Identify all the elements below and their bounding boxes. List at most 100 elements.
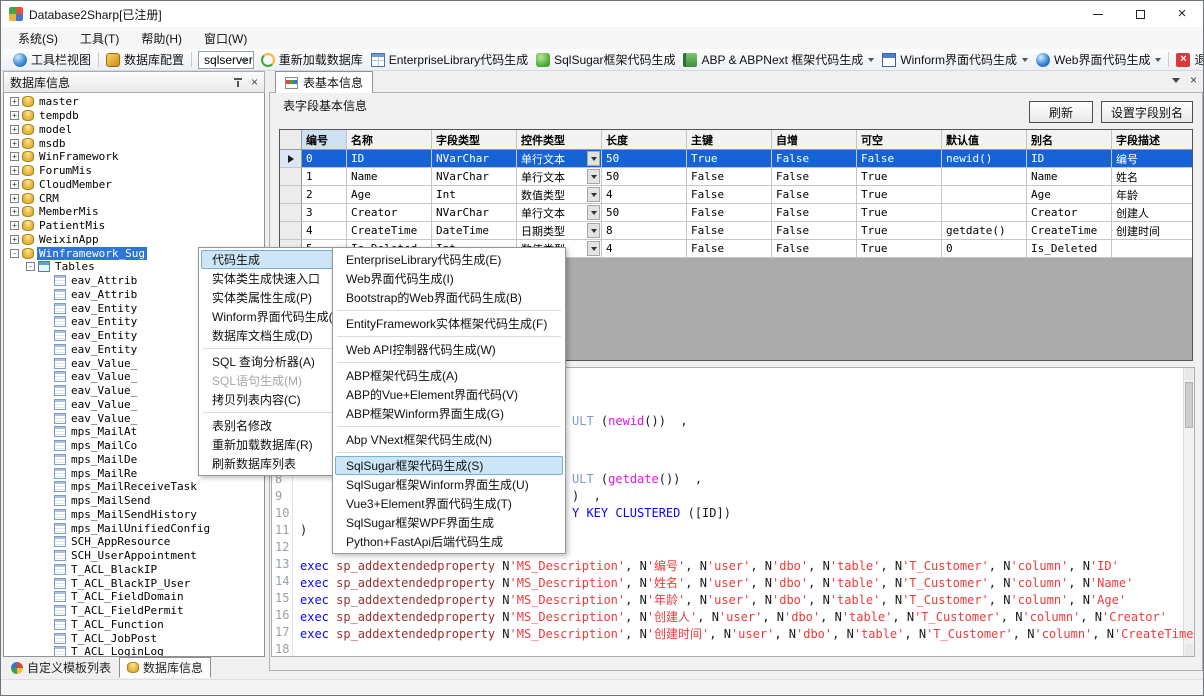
menu-item[interactable]: Bootstrap的Web界面代码生成(B)	[335, 288, 563, 307]
tree-item[interactable]: +WeixinApp	[4, 233, 264, 247]
menu-item[interactable]: EnterpriseLibrary代码生成(E)	[335, 250, 563, 269]
menu-item[interactable]: EntityFramework实体框架代码生成(F)	[335, 314, 563, 333]
bottom-tab[interactable]: 数据库信息	[119, 657, 211, 678]
set-field-alias-button[interactable]: 设置字段别名	[1101, 101, 1193, 123]
tree-expander[interactable]: -	[10, 249, 19, 258]
grid-column-header[interactable]: 别名	[1027, 130, 1112, 150]
grid-cell[interactable]: False	[687, 222, 772, 240]
pin-icon[interactable]	[233, 77, 243, 87]
grid-cell[interactable]: False	[687, 168, 772, 186]
grid-cell[interactable]: newid()	[942, 150, 1027, 168]
grid-cell[interactable]: True	[857, 168, 942, 186]
menu-item[interactable]: 表别名修改	[201, 416, 345, 435]
tree-item[interactable]: T_ACL_FieldDomain	[4, 590, 264, 604]
scroll-up-arrow[interactable]	[1185, 368, 1193, 380]
sql-scrollbar[interactable]	[1183, 368, 1194, 656]
menu-item[interactable]: Winform界面代码生成(W)	[201, 307, 345, 326]
grid-cell[interactable]: Age	[1027, 186, 1112, 204]
tree-expander[interactable]: +	[10, 221, 19, 230]
abp-abpnext-codegen-button[interactable]: ABP & ABPNext 框架代码生成	[679, 49, 878, 70]
tree-item[interactable]: +ForumMis	[4, 164, 264, 178]
tree-item[interactable]: +CloudMember	[4, 178, 264, 192]
grid-cell[interactable]: ID	[1027, 150, 1112, 168]
row-selector-header[interactable]	[280, 130, 302, 150]
grid-column-header[interactable]: 主键	[687, 130, 772, 150]
menu-item[interactable]: 实体类属性生成(P)	[201, 288, 345, 307]
toolbar-view-button[interactable]: 工具栏视图	[9, 49, 95, 70]
tree-item[interactable]: T_ACL_BlackIP_User	[4, 576, 264, 590]
grid-cell[interactable]: False	[772, 222, 857, 240]
web-ui-codegen-button[interactable]: Web界面代码生成	[1032, 49, 1165, 70]
tree-expander[interactable]: +	[10, 139, 19, 148]
grid-cell[interactable]: False	[772, 168, 857, 186]
row-selector-cell[interactable]	[280, 150, 302, 168]
grid-column-header[interactable]: 控件类型	[517, 130, 602, 150]
tree-item[interactable]: mps_MailReceiveTask	[4, 480, 264, 494]
grid-cell[interactable]: ID	[347, 150, 432, 168]
menu-item[interactable]: ABP的Vue+Element界面代码(V)	[335, 385, 563, 404]
row-selector-cell[interactable]	[280, 204, 302, 222]
grid-cell[interactable]: False	[772, 240, 857, 258]
grid-cell[interactable]: getdate()	[942, 222, 1027, 240]
combo-drop-button[interactable]	[587, 205, 600, 220]
tree-item[interactable]: T_ACL_Function	[4, 618, 264, 632]
grid-column-header[interactable]: 字段描述	[1112, 130, 1193, 150]
tree-expander[interactable]: +	[10, 194, 19, 203]
grid-cell[interactable]: NVarChar	[432, 150, 517, 168]
combo-drop-button[interactable]	[587, 241, 600, 256]
tree-item[interactable]: T_ACL_JobPost	[4, 631, 264, 645]
tree-expander[interactable]: +	[10, 152, 19, 161]
grid-cell[interactable]	[942, 204, 1027, 222]
grid-column-header[interactable]: 长度	[602, 130, 687, 150]
database-config-button[interactable]: 数据库配置	[102, 49, 188, 70]
tree-expander[interactable]: +	[10, 111, 19, 120]
row-selector-cell[interactable]	[280, 168, 302, 186]
grid-cell[interactable]: False	[857, 150, 942, 168]
tree-item[interactable]: +CRM	[4, 191, 264, 205]
grid-column-header[interactable]: 可空	[857, 130, 942, 150]
tree-expander[interactable]: +	[10, 166, 19, 175]
grid-cell[interactable]: False	[687, 186, 772, 204]
menu-item[interactable]: 拷贝列表内容(C)	[201, 390, 345, 409]
grid-cell[interactable]: 8	[602, 222, 687, 240]
menu-item[interactable]: 实体类生成快速入口	[201, 269, 345, 288]
grid-cell[interactable]: True	[857, 186, 942, 204]
tree-expander[interactable]: +	[10, 235, 19, 244]
grid-cell[interactable]: 4	[302, 222, 347, 240]
tree-expander[interactable]: +	[10, 125, 19, 134]
close-button[interactable]: ×	[1161, 1, 1203, 27]
tree-expander[interactable]: -	[26, 262, 35, 271]
grid-cell[interactable]: Int	[432, 186, 517, 204]
grid-cell[interactable]: 0	[942, 240, 1027, 258]
grid-cell[interactable]: 50	[602, 150, 687, 168]
tree-item[interactable]: SCH_UserAppointment	[4, 549, 264, 563]
tree-item[interactable]: T_ACL_LoginLog	[4, 645, 264, 657]
tree-item[interactable]: +PatientMis	[4, 219, 264, 233]
grid-row[interactable]: 1NameNVarChar单行文本50FalseFalseTrueName姓名	[280, 168, 1192, 186]
tree-item[interactable]: +WinFramework	[4, 150, 264, 164]
grid-cell[interactable]: Creator	[347, 204, 432, 222]
doc-close-icon[interactable]: ×	[1190, 75, 1197, 85]
grid-cell[interactable]: 3	[302, 204, 347, 222]
grid-row[interactable]: 2AgeInt数值类型4FalseFalseTrueAge年龄	[280, 186, 1192, 204]
tree-item[interactable]: mps_MailSend	[4, 494, 264, 508]
grid-cell[interactable]	[942, 186, 1027, 204]
grid-row[interactable]: 4CreateTimeDateTime日期类型8FalseFalseTruege…	[280, 222, 1192, 240]
grid-cell[interactable]: Creator	[1027, 204, 1112, 222]
menu-item[interactable]: SqlSugar框架WPF界面生成	[335, 513, 563, 532]
tree-item[interactable]: +MemberMis	[4, 205, 264, 219]
grid-cell[interactable]: True	[857, 204, 942, 222]
winform-ui-codegen-button[interactable]: Winform界面代码生成	[878, 49, 1032, 70]
combo-drop-button[interactable]	[587, 169, 600, 184]
menu-item[interactable]: 数据库文档生成(D)	[201, 326, 345, 345]
grid-cell[interactable]: False	[772, 186, 857, 204]
exit-button[interactable]: ×退出	[1172, 49, 1204, 70]
grid-cell[interactable]: 年龄	[1112, 186, 1193, 204]
enterpriselibrary-codegen-button[interactable]: EnterpriseLibrary代码生成	[367, 49, 532, 70]
grid-cell[interactable]: Is_Deleted	[1027, 240, 1112, 258]
scroll-thumb[interactable]	[1185, 382, 1193, 428]
menu-item[interactable]: Python+FastApi后端代码生成	[335, 532, 563, 551]
grid-column-header[interactable]: 默认值	[942, 130, 1027, 150]
menu-item[interactable]: ABP框架代码生成(A)	[335, 366, 563, 385]
grid-cell[interactable]	[942, 168, 1027, 186]
